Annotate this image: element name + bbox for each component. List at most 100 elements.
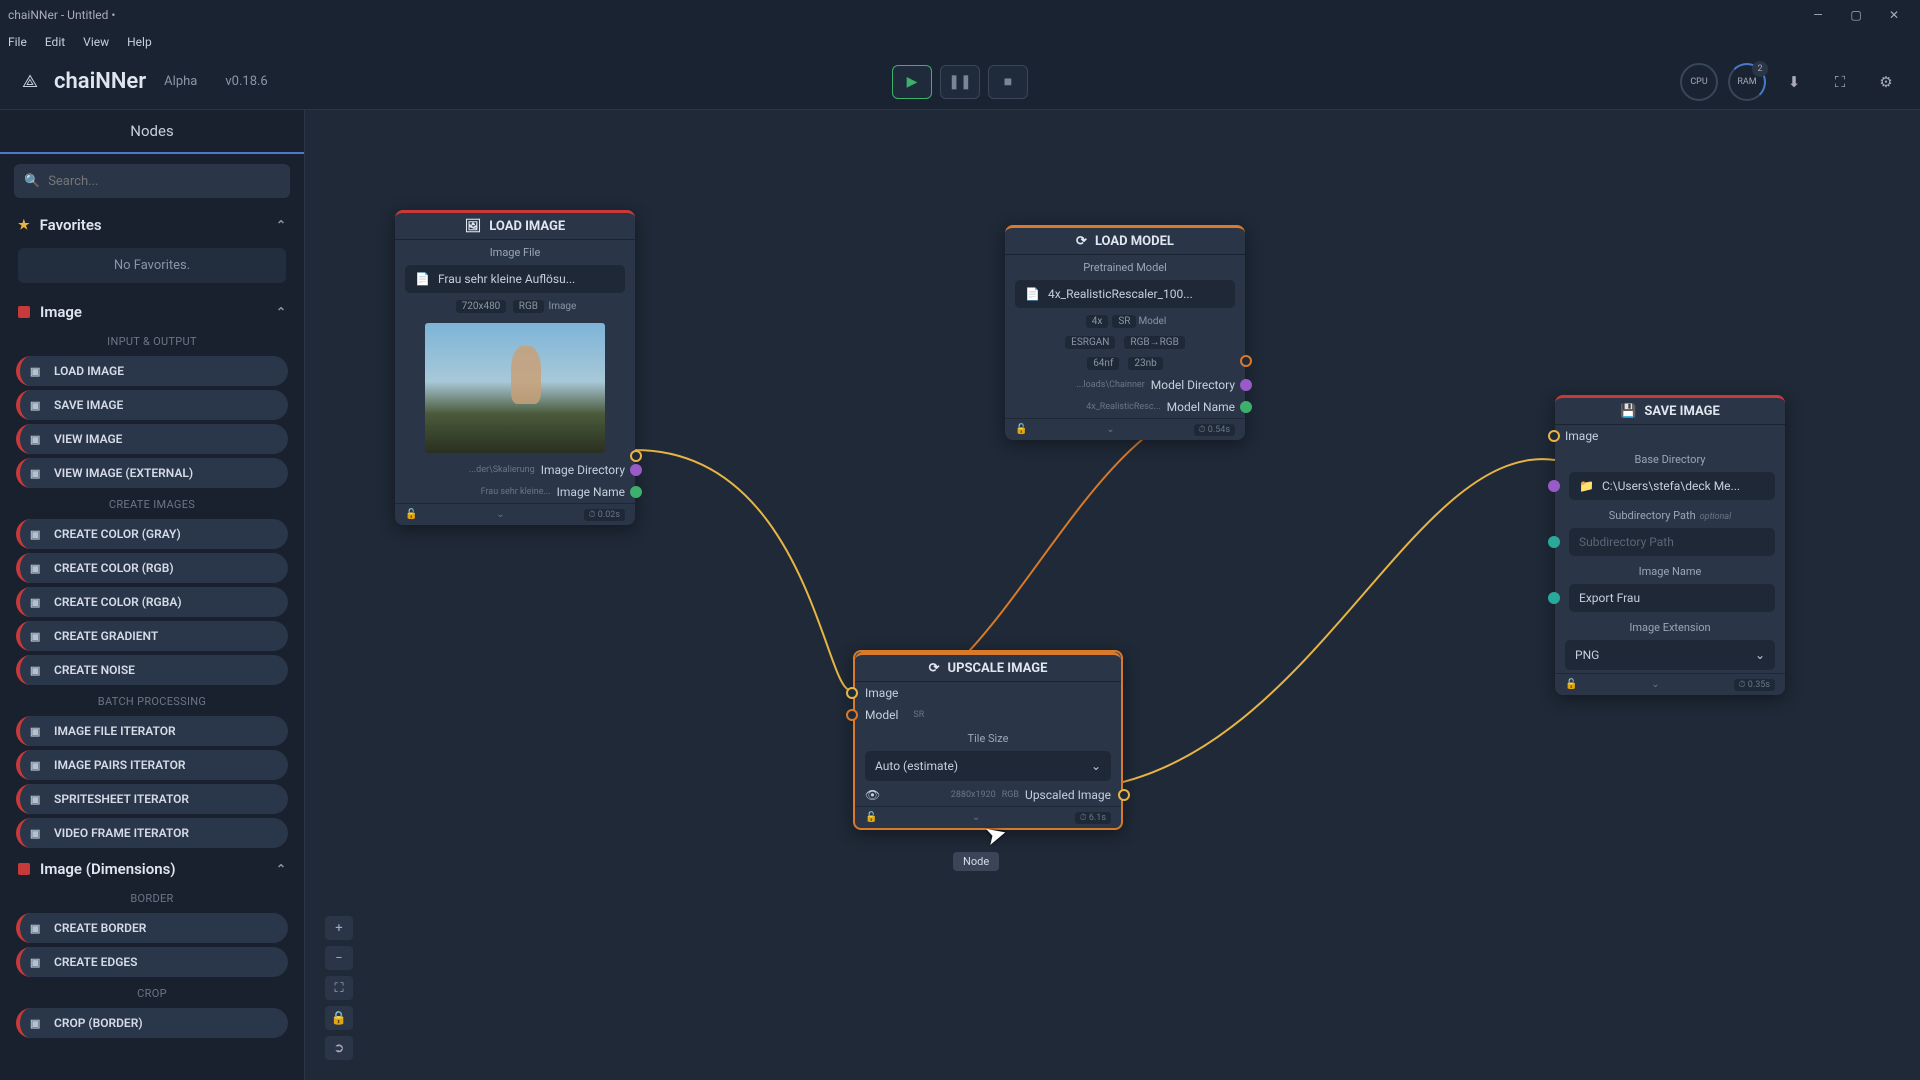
eye-icon[interactable]: 👁 (865, 788, 880, 802)
port-name-out[interactable] (630, 486, 642, 498)
download-icon[interactable]: ⬇ (1776, 64, 1812, 100)
node-type-label: CREATE COLOR (RGBA) (54, 595, 182, 609)
group-label: BATCH PROCESSING (0, 689, 304, 712)
image-name-field[interactable]: Export Frau (1569, 584, 1775, 612)
zoom-export[interactable]: ➲ (325, 1036, 353, 1060)
window-minimize[interactable]: — (1800, 3, 1836, 27)
lock-icon[interactable]: 🔓 (1565, 679, 1577, 690)
node-type-item[interactable]: ▣IMAGE PAIRS ITERATOR (16, 750, 288, 780)
stop-button[interactable]: ■ (988, 65, 1028, 99)
zoom-fit[interactable]: ⛶ (325, 976, 353, 1000)
menu-edit[interactable]: Edit (45, 35, 65, 49)
port-image-in[interactable] (1548, 430, 1560, 442)
node-type-item[interactable]: ▣CROP (BORDER) (16, 1008, 288, 1038)
node-type-icon: ▣ (30, 664, 46, 677)
node-type-item[interactable]: ▣IMAGE FILE ITERATOR (16, 716, 288, 746)
node-type-icon: ▣ (30, 467, 46, 480)
lock-icon[interactable]: 🔓 (865, 812, 877, 823)
node-type-item[interactable]: ▣ SAVE IMAGE (16, 390, 288, 420)
node-type-icon: ▣ (30, 399, 46, 412)
chevron-up-icon: ⌃ (276, 862, 286, 876)
port-image-in[interactable] (846, 687, 858, 699)
zoom-in[interactable]: + (325, 916, 353, 940)
upscale-icon: ⟳ (929, 661, 940, 676)
fullscreen-icon[interactable]: ⛶ (1822, 64, 1858, 100)
node-type-item[interactable]: ▣CREATE BORDER (16, 913, 288, 943)
image-category-icon (18, 306, 30, 318)
section-favorites[interactable]: ★ Favorites ⌃ (0, 208, 304, 242)
menu-view[interactable]: View (83, 35, 109, 49)
lock-icon[interactable]: 🔓 (1015, 424, 1027, 435)
pause-button[interactable]: ❚❚ (940, 65, 980, 99)
subdirectory-field[interactable]: Subdirectory Path (1569, 528, 1775, 556)
node-type-item[interactable]: ▣CREATE GRADIENT (16, 621, 288, 651)
node-type-item[interactable]: ▣CREATE COLOR (RGB) (16, 553, 288, 583)
node-type-label: CREATE EDGES (54, 955, 138, 969)
ram-count-badge: 2 (1752, 61, 1768, 77)
port-mdir-out[interactable] (1240, 379, 1252, 391)
node-load-image[interactable]: 🖼LOAD IMAGE Image File 📄Frau sehr kleine… (395, 210, 635, 525)
port-model-in[interactable] (846, 709, 858, 721)
model-file-field[interactable]: 📄4x_RealisticRescaler_100... (1015, 280, 1235, 308)
search-field[interactable] (48, 174, 280, 189)
base-directory-field[interactable]: 📁C:\Users\stefa\deck Me... (1569, 472, 1775, 500)
group-label: CREATE IMAGES (0, 492, 304, 515)
port-dir-out[interactable] (630, 464, 642, 476)
menu-help[interactable]: Help (127, 35, 152, 49)
collapse-icon[interactable]: ⌄ (1106, 424, 1114, 435)
image-icon: 🖼 (465, 219, 482, 234)
port-imgname-in[interactable] (1548, 592, 1560, 604)
node-type-item[interactable]: ▣VIEW IMAGE (16, 424, 288, 454)
node-type-item[interactable]: ▣VIDEO FRAME ITERATOR (16, 818, 288, 848)
node-type-label: VIEW IMAGE (54, 432, 122, 446)
node-type-label: SAVE IMAGE (54, 398, 123, 412)
node-type-item[interactable]: ▣LOAD IMAGE (16, 356, 288, 386)
node-save-image[interactable]: 💾SAVE IMAGE Image Base Directory 📁C:\Use… (1555, 395, 1785, 695)
extension-select[interactable]: PNG⌄ (1565, 640, 1775, 670)
run-button[interactable]: ▶ (892, 65, 932, 99)
gear-icon[interactable]: ⚙ (1868, 64, 1904, 100)
port-mname-out[interactable] (1240, 401, 1252, 413)
node-type-item[interactable]: ▣CREATE COLOR (RGBA) (16, 587, 288, 617)
collapse-icon[interactable]: ⌄ (972, 812, 980, 823)
node-load-model[interactable]: ⟳LOAD MODEL Pretrained Model 📄4x_Realist… (1005, 225, 1245, 440)
image-file-field[interactable]: 📄Frau sehr kleine Auflösu... (405, 265, 625, 293)
node-type-item[interactable]: ▣CREATE COLOR (GRAY) (16, 519, 288, 549)
collapse-icon[interactable]: ⌄ (496, 509, 504, 520)
port-upscaled-out[interactable] (1118, 789, 1130, 801)
app-version: v0.18.6 (225, 74, 267, 89)
node-type-icon: ▣ (30, 630, 46, 643)
node-type-item[interactable]: ▣SPRITESHEET ITERATOR (16, 784, 288, 814)
window-title: chaiNNer - Untitled • (8, 8, 1800, 22)
chevron-down-icon: ⌄ (1755, 648, 1765, 662)
lock-icon[interactable]: 🔓 (405, 509, 417, 520)
node-type-label: LOAD IMAGE (54, 364, 124, 378)
no-favorites: No Favorites. (18, 248, 286, 283)
tile-size-select[interactable]: Auto (estimate)⌄ (865, 751, 1111, 781)
node-type-label: IMAGE PAIRS ITERATOR (54, 758, 186, 772)
node-type-icon: ▣ (30, 528, 46, 541)
tab-nodes[interactable]: Nodes (0, 110, 304, 154)
window-maximize[interactable]: ▢ (1838, 3, 1874, 27)
collapse-icon[interactable]: ⌄ (1651, 679, 1659, 690)
search-input[interactable]: 🔍 (14, 164, 290, 198)
ram-indicator[interactable]: RAM2 (1728, 63, 1766, 101)
node-upscale-image[interactable]: ⟳UPSCALE IMAGE Image Model SR Tile Size … (853, 650, 1123, 830)
node-type-item[interactable]: ▣VIEW IMAGE (EXTERNAL) (16, 458, 288, 488)
port-subdir-in[interactable] (1548, 536, 1560, 548)
zoom-lock[interactable]: 🔒 (325, 1006, 353, 1030)
canvas[interactable]: 🖼LOAD IMAGE Image File 📄Frau sehr kleine… (305, 110, 1920, 1080)
zoom-out[interactable]: − (325, 946, 353, 970)
node-type-item[interactable]: ▣CREATE NOISE (16, 655, 288, 685)
section-image[interactable]: Image ⌃ (0, 295, 304, 329)
topbar: ⟁ chaiNNer Alpha v0.18.6 ▶ ❚❚ ■ CPU RAM2… (0, 54, 1920, 110)
node-type-label: CREATE BORDER (54, 921, 146, 935)
window-close[interactable]: ✕ (1876, 3, 1912, 27)
node-type-item[interactable]: ▣CREATE EDGES (16, 947, 288, 977)
node-type-label: SPRITESHEET ITERATOR (54, 792, 189, 806)
section-image-dims[interactable]: Image (Dimensions) ⌃ (0, 852, 304, 886)
port-basedir-in[interactable] (1548, 480, 1560, 492)
port-model-out[interactable] (1240, 355, 1252, 367)
menu-file[interactable]: File (8, 35, 27, 49)
cpu-indicator[interactable]: CPU (1680, 63, 1718, 101)
